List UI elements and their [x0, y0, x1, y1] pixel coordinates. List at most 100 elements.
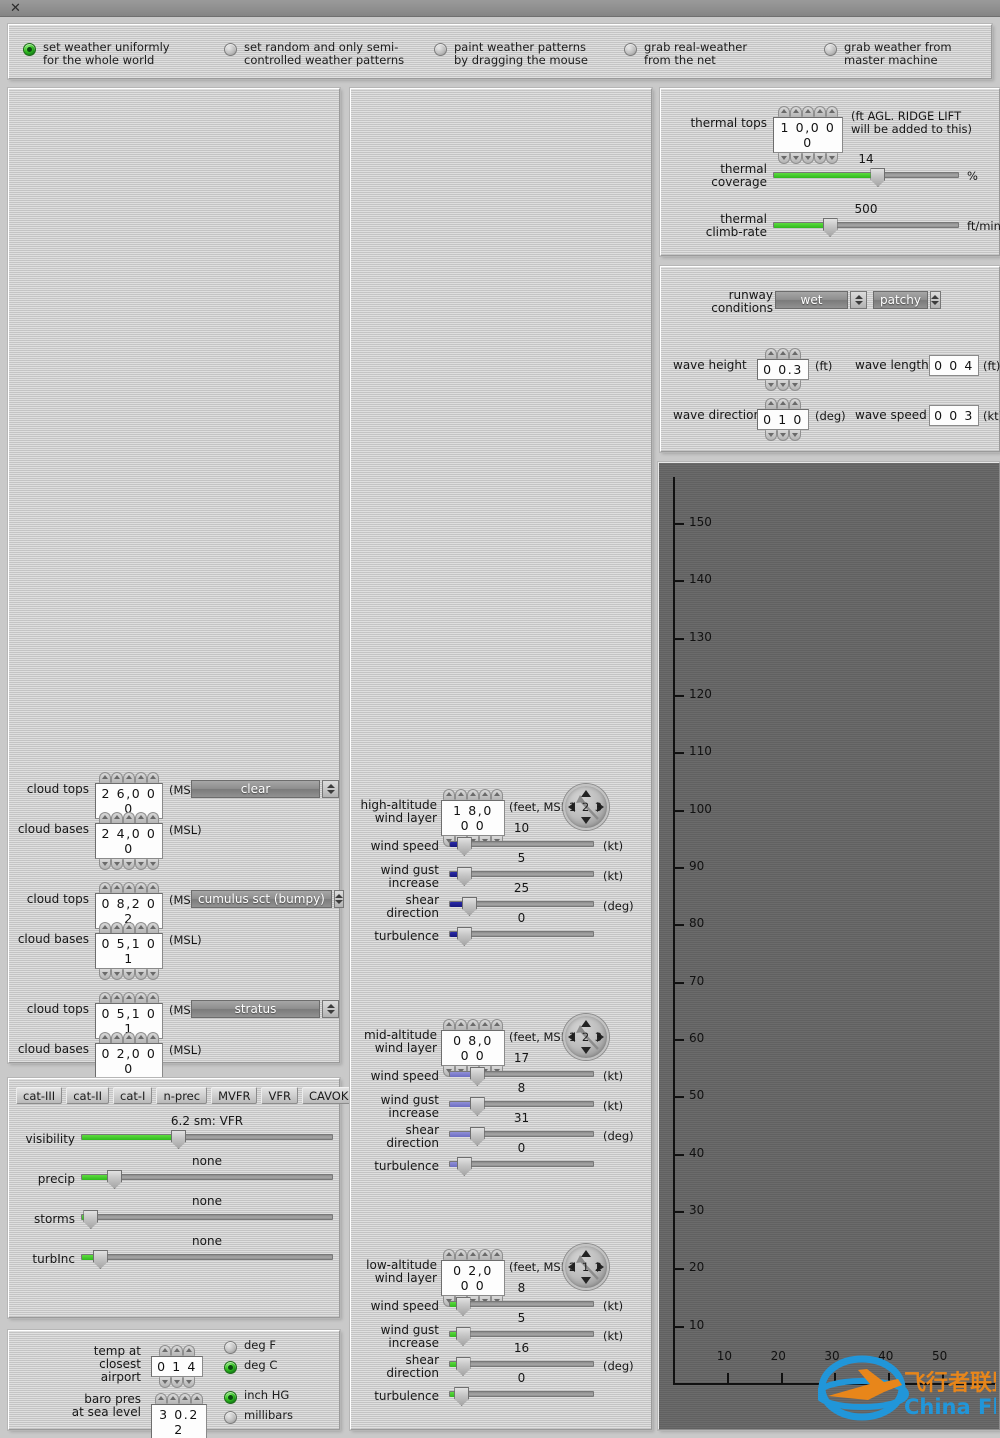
- visibility-preset-cat-iii[interactable]: cat-III: [16, 1087, 63, 1104]
- wind-slider-1-2[interactable]: 31: [449, 1111, 594, 1146]
- spinner-up-icon[interactable]: [790, 106, 802, 117]
- wind-slider-0-0[interactable]: 10: [449, 821, 594, 856]
- runway-condition-secondary-dropdown-face[interactable]: patchy: [873, 291, 928, 309]
- spinner-down-icon[interactable]: [777, 380, 789, 391]
- cloud-type-dropdown-0[interactable]: clear: [191, 780, 339, 798]
- cloud-bases-field-2-increment-row[interactable]: [99, 1032, 159, 1043]
- slider-handle[interactable]: [462, 897, 477, 916]
- cloud-type-dropdown-2[interactable]: stratus: [191, 1000, 339, 1018]
- spinner-up-icon[interactable]: [123, 882, 135, 893]
- spinner-up-icon[interactable]: [155, 1393, 167, 1404]
- spinner-down-icon[interactable]: [814, 153, 826, 164]
- spinner-up-icon[interactable]: [467, 1019, 479, 1030]
- radio-indicator-icon[interactable]: [23, 43, 36, 56]
- unit-option-1[interactable]: deg C: [224, 1359, 277, 1374]
- spinner-up-icon[interactable]: [123, 1032, 135, 1043]
- spinner-up-icon[interactable]: [765, 348, 777, 359]
- cloud-bases-field-1-value[interactable]: 0 5,1 0 1: [95, 933, 163, 969]
- temp-field-increment-row[interactable]: [159, 1345, 195, 1356]
- wind-direction-dial-2[interactable]: 2 1 2: [563, 1244, 609, 1290]
- spinner-up-icon[interactable]: [443, 1019, 455, 1030]
- spinner-up-icon[interactable]: [147, 772, 159, 783]
- unit-option-3[interactable]: millibars: [224, 1409, 293, 1424]
- wave-height-field-value[interactable]: 0 0.3: [757, 359, 809, 380]
- wave-direction-field-decrement-row[interactable]: [765, 430, 801, 441]
- spinner-down-icon[interactable]: [135, 969, 147, 980]
- slider-handle[interactable]: [455, 1357, 471, 1376]
- visibility-preset-vfr[interactable]: VFR: [261, 1087, 298, 1104]
- spinner-up-icon[interactable]: [789, 348, 801, 359]
- slider-handle[interactable]: [107, 1170, 123, 1189]
- slider-handle[interactable]: [469, 1127, 485, 1146]
- cloud-bases-field-2-value[interactable]: 0 2,0 0 0: [95, 1043, 163, 1079]
- visibility-preset-cavok[interactable]: CAVOK: [301, 1087, 356, 1104]
- chevron-updown-icon[interactable]: [322, 1000, 339, 1018]
- spinner-down-icon[interactable]: [111, 969, 123, 980]
- weather-mode-option-2[interactable]: paint weather patterns by dragging the m…: [434, 41, 588, 66]
- close-icon[interactable]: ✕: [9, 2, 22, 15]
- spinner-up-icon[interactable]: [777, 348, 789, 359]
- radio-indicator-icon[interactable]: [224, 1361, 237, 1374]
- visibility-preset-n-prec[interactable]: n-prec: [156, 1087, 208, 1104]
- spinner-up-icon[interactable]: [135, 812, 147, 823]
- spinner-up-icon[interactable]: [765, 398, 777, 409]
- spinner-up-icon[interactable]: [778, 106, 790, 117]
- radio-indicator-icon[interactable]: [224, 1391, 237, 1404]
- slider-track[interactable]: [449, 1301, 594, 1307]
- spinner-up-icon[interactable]: [479, 1249, 491, 1260]
- weather-mode-option-0[interactable]: set weather uniformly for the whole worl…: [23, 41, 170, 66]
- spinner-up-icon[interactable]: [123, 772, 135, 783]
- spinner-up-icon[interactable]: [491, 789, 503, 800]
- spinner-up-icon[interactable]: [135, 1032, 147, 1043]
- spinner-up-icon[interactable]: [111, 922, 123, 933]
- spinner-up-icon[interactable]: [777, 398, 789, 409]
- spinner-up-icon[interactable]: [147, 1032, 159, 1043]
- wind-slider-0-1[interactable]: 5: [449, 851, 594, 886]
- spinner-down-icon[interactable]: [99, 969, 111, 980]
- wind-slider-2-3[interactable]: 0: [449, 1371, 594, 1406]
- visibility-preset-cat-i[interactable]: cat-I: [113, 1087, 153, 1104]
- spinner-up-icon[interactable]: [159, 1345, 171, 1356]
- temp-field-value[interactable]: 0 1 4: [151, 1356, 203, 1377]
- spinner-up-icon[interactable]: [123, 922, 135, 933]
- visibility-slider-1[interactable]: none: [81, 1154, 333, 1189]
- radio-indicator-icon[interactable]: [824, 43, 837, 56]
- spinner-up-icon[interactable]: [99, 1032, 111, 1043]
- spinner-up-icon[interactable]: [99, 922, 111, 933]
- wind-slider-2-1[interactable]: 5: [449, 1311, 594, 1346]
- wave-height-field-decrement-row[interactable]: [765, 380, 801, 391]
- wind-layer-altitude-2-value[interactable]: 0 2,0 0 0: [441, 1260, 505, 1296]
- unit-option-2[interactable]: inch HG: [224, 1389, 289, 1404]
- wind-slider-1-3[interactable]: 0: [449, 1141, 594, 1176]
- spinner-up-icon[interactable]: [99, 812, 111, 823]
- spinner-up-icon[interactable]: [802, 106, 814, 117]
- spinner-up-icon[interactable]: [455, 789, 467, 800]
- spinner-up-icon[interactable]: [479, 1019, 491, 1030]
- spinner-up-icon[interactable]: [99, 882, 111, 893]
- weather-mode-option-1[interactable]: set random and only semi- controlled wea…: [224, 41, 404, 66]
- wave-height-field-increment-row[interactable]: [765, 348, 801, 359]
- spinner-up-icon[interactable]: [111, 812, 123, 823]
- wind-slider-2-0[interactable]: 8: [449, 1281, 594, 1316]
- temp-field-decrement-row[interactable]: [159, 1377, 195, 1388]
- cloud-bases-field-1-decrement-row[interactable]: [99, 969, 159, 980]
- cloud-bases-field-0-decrement-row[interactable]: [99, 859, 159, 870]
- cloud-tops-field-2-increment-row[interactable]: [99, 992, 159, 1003]
- slider-handle[interactable]: [456, 867, 472, 886]
- thermal-tops-field-value[interactable]: 1 0,0 0 0: [773, 117, 843, 153]
- slider-handle[interactable]: [454, 1387, 470, 1406]
- spinner-up-icon[interactable]: [491, 1249, 503, 1260]
- spinner-down-icon[interactable]: [765, 430, 777, 441]
- spinner-down-icon[interactable]: [147, 859, 159, 870]
- radio-indicator-icon[interactable]: [224, 1341, 237, 1354]
- spinner-up-icon[interactable]: [167, 1393, 179, 1404]
- spinner-up-icon[interactable]: [123, 992, 135, 1003]
- visibility-slider-0[interactable]: 6.2 sm: VFR: [81, 1114, 333, 1149]
- spinner-up-icon[interactable]: [111, 882, 123, 893]
- visibility-preset-cat-ii[interactable]: cat-II: [66, 1087, 110, 1104]
- spinner-up-icon[interactable]: [135, 922, 147, 933]
- radio-indicator-icon[interactable]: [224, 43, 237, 56]
- spinner-up-icon[interactable]: [99, 992, 111, 1003]
- slider-track[interactable]: [81, 1214, 333, 1220]
- wind-layer-altitude-1-value[interactable]: 0 8,0 0 0: [441, 1030, 505, 1066]
